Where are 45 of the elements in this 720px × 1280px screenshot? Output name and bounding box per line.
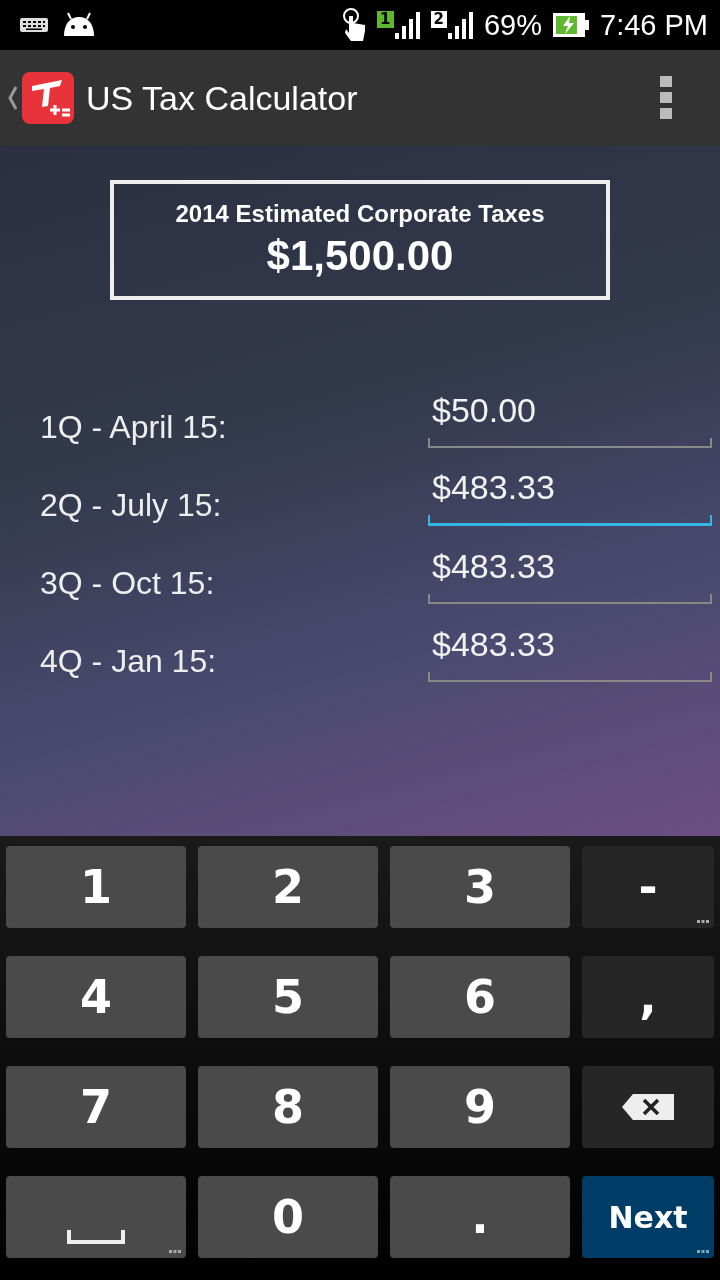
keyboard-key[interactable]: 2 <box>198 846 378 928</box>
keyboard-key[interactable]: . <box>390 1176 570 1258</box>
more-dots-icon <box>169 1250 181 1253</box>
amount-field[interactable]: $483.33 <box>428 468 712 526</box>
more-dots-icon <box>697 1250 709 1253</box>
payment-label: 3Q - Oct 15: <box>40 565 216 603</box>
keyboard-key[interactable]: 1 <box>6 846 186 928</box>
keyboard-key[interactable]: 5 <box>198 956 378 1038</box>
keyboard-key[interactable]: 0 <box>198 1176 378 1258</box>
android-icon <box>62 12 96 38</box>
sim-badge: 1 <box>377 11 394 28</box>
keyboard-key[interactable]: 8 <box>198 1066 378 1148</box>
app-logo-icon <box>22 72 74 124</box>
backspace-icon <box>621 1093 675 1121</box>
keyboard-key[interactable]: - <box>582 846 714 928</box>
keyboard-key[interactable]: , <box>582 956 714 1038</box>
payment-label: 2Q - July 15: <box>40 487 223 525</box>
summary-title: 2014 Estimated Corporate Taxes <box>175 200 545 228</box>
keyboard-key[interactable]: 6 <box>390 956 570 1038</box>
menu-icon <box>660 76 672 120</box>
back-chevron-icon <box>8 85 18 111</box>
payment-label: 1Q - April 15: <box>40 409 228 447</box>
amount-field[interactable]: $483.33 <box>428 546 712 604</box>
sim-badge: 2 <box>430 11 447 28</box>
keyboard-icon <box>20 18 48 32</box>
signal-icon <box>447 11 474 39</box>
battery-percent: 69% <box>483 8 542 42</box>
backspace-key[interactable] <box>582 1066 714 1148</box>
battery-charging-icon <box>552 12 590 38</box>
summary-amount: $1,500.00 <box>266 232 454 280</box>
app-title: US Tax Calculator <box>86 78 359 118</box>
amount-field[interactable]: $50.00 <box>428 390 712 448</box>
touch-hand-icon <box>343 7 368 43</box>
space-icon <box>67 1230 125 1244</box>
next-key[interactable]: Next <box>582 1176 714 1258</box>
signal-icon <box>394 11 421 39</box>
payment-label: 4Q - Jan 15: <box>40 643 218 681</box>
amount-field[interactable]: $483.33 <box>428 624 712 682</box>
keyboard-key[interactable]: 4 <box>6 956 186 1038</box>
keyboard-key[interactable]: 3 <box>390 846 570 928</box>
space-key[interactable] <box>6 1176 186 1258</box>
keyboard-key[interactable]: 9 <box>390 1066 570 1148</box>
clock-time: 7:46 PM <box>600 8 708 42</box>
keyboard-key[interactable]: 7 <box>6 1066 186 1148</box>
more-dots-icon <box>697 920 709 923</box>
